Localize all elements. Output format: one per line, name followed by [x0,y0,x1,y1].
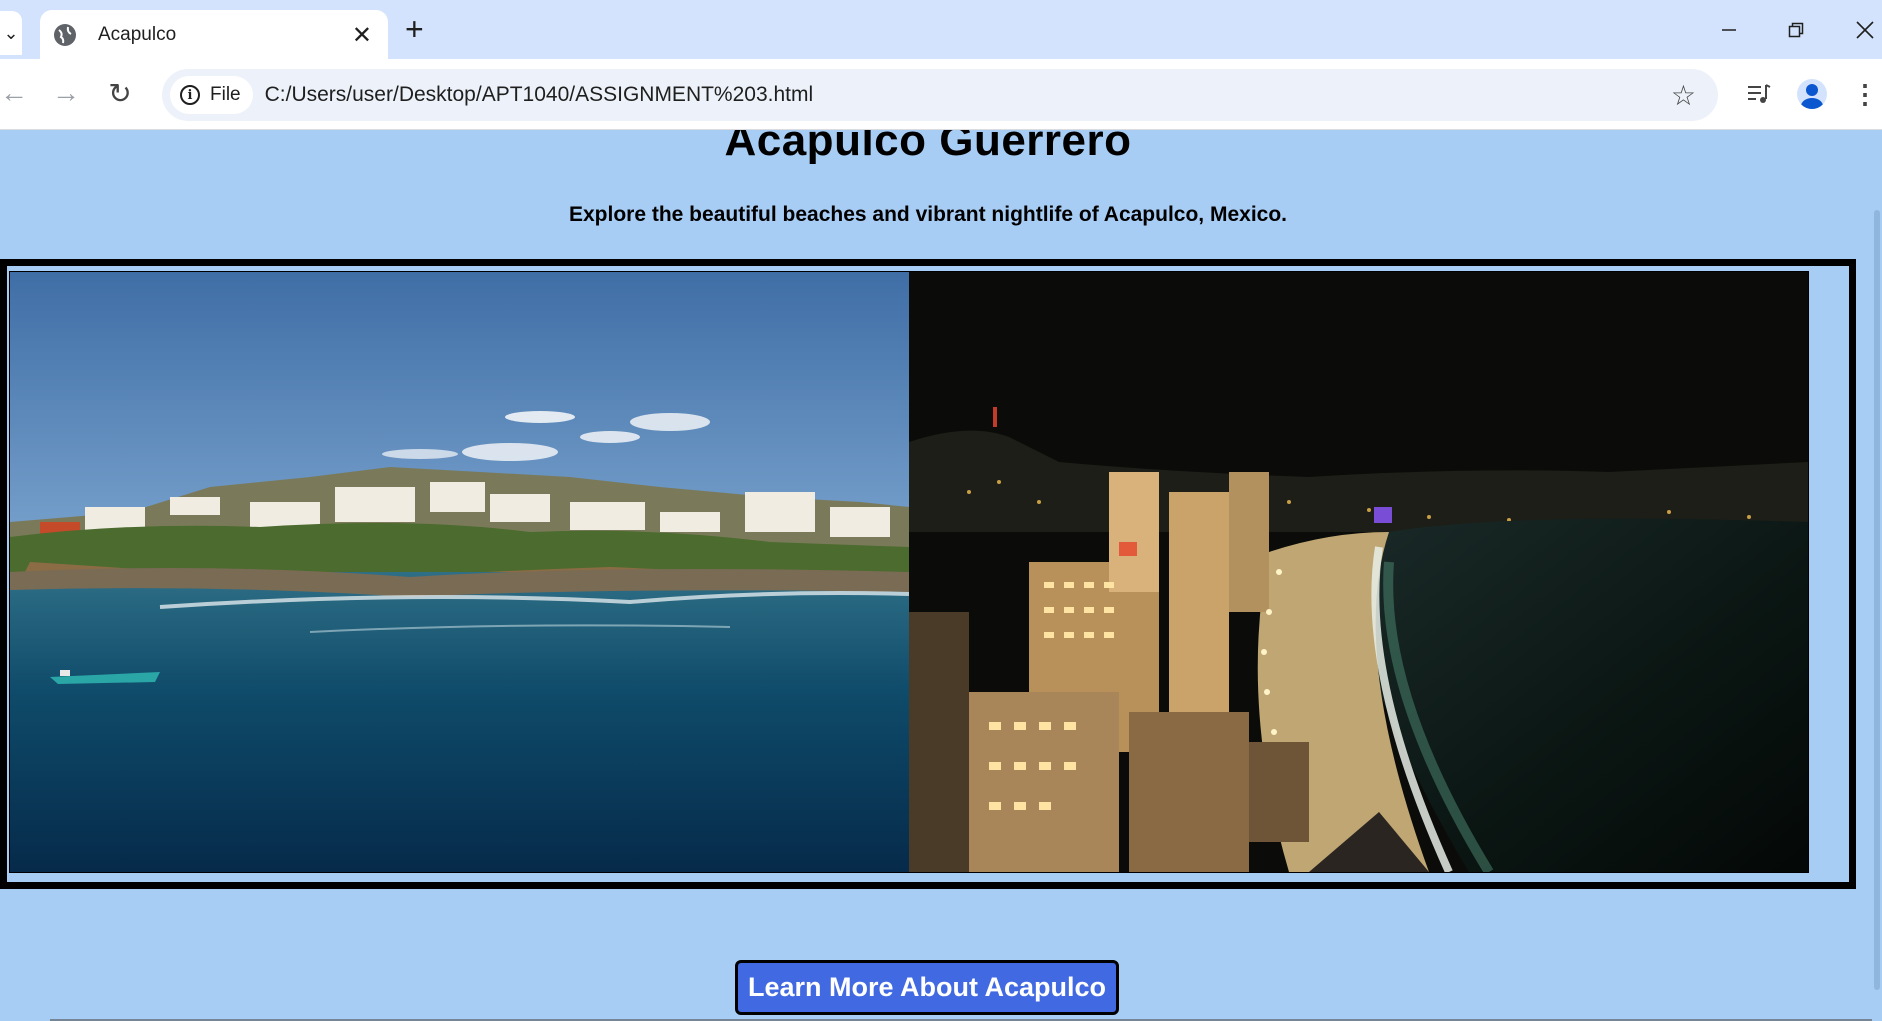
star-icon[interactable]: ☆ [1671,79,1696,112]
browser-tab[interactable]: Acapulco ✕ [40,10,388,60]
page-scrollbar[interactable] [1872,130,1882,1021]
media-icon [1748,84,1771,103]
back-button[interactable]: ← [0,73,34,113]
tab-title: Acapulco [98,24,177,45]
site-info-label: File [210,84,241,105]
browser-toolbar: ← → ↻ i File C:/Users/user/Desktop/APT10… [0,59,1882,130]
forward-icon: → [52,77,80,108]
reload-button[interactable]: ↻ [100,73,140,113]
tab-search-dropdown[interactable]: ⌄ [0,11,22,55]
minimize-icon [1722,29,1736,31]
menu-icon[interactable]: ⋮ [1848,77,1882,111]
address-bar[interactable]: i File C:/Users/user/Desktop/APT1040/ASS… [162,69,1718,121]
day-coast-photo [10,272,909,872]
info-icon: i [180,85,200,105]
image-gallery [0,259,1856,889]
globe-icon [54,24,76,46]
window-close-button[interactable] [1845,12,1882,48]
restore-button[interactable] [1776,12,1816,48]
site-info-chip[interactable]: i File [170,76,253,114]
new-tab-button[interactable]: + [405,13,424,45]
profile-icon [1797,79,1827,109]
scrollbar-thumb[interactable] [1874,210,1880,990]
back-icon: ← [0,77,28,108]
minimize-button[interactable] [1709,12,1749,48]
page-body: Acapulco Guerrero Explore the beautiful … [0,130,1872,1021]
window-close-icon [1856,21,1874,39]
url-text[interactable]: C:/Users/user/Desktop/APT1040/ASSIGNMENT… [265,83,1671,107]
learn-more-button[interactable]: Learn More About Acapulco [735,960,1119,1015]
forward-button[interactable]: → [46,73,86,113]
gallery-images [9,271,1809,873]
page-subtitle: Explore the beautiful beaches and vibran… [568,203,1287,226]
media-control-button[interactable] [1742,77,1776,111]
plus-icon: + [405,11,424,47]
restore-icon [1788,22,1804,38]
chevron-down-icon: ⌄ [3,22,19,43]
night-beach-photo [909,272,1808,872]
page-title: Acapulco Guerrero [724,130,1132,165]
tab-strip: ⌄ Acapulco ✕ + [0,0,1882,60]
profile-button[interactable] [1795,77,1829,111]
reload-icon: ↻ [108,77,132,109]
close-icon[interactable]: ✕ [352,21,372,50]
